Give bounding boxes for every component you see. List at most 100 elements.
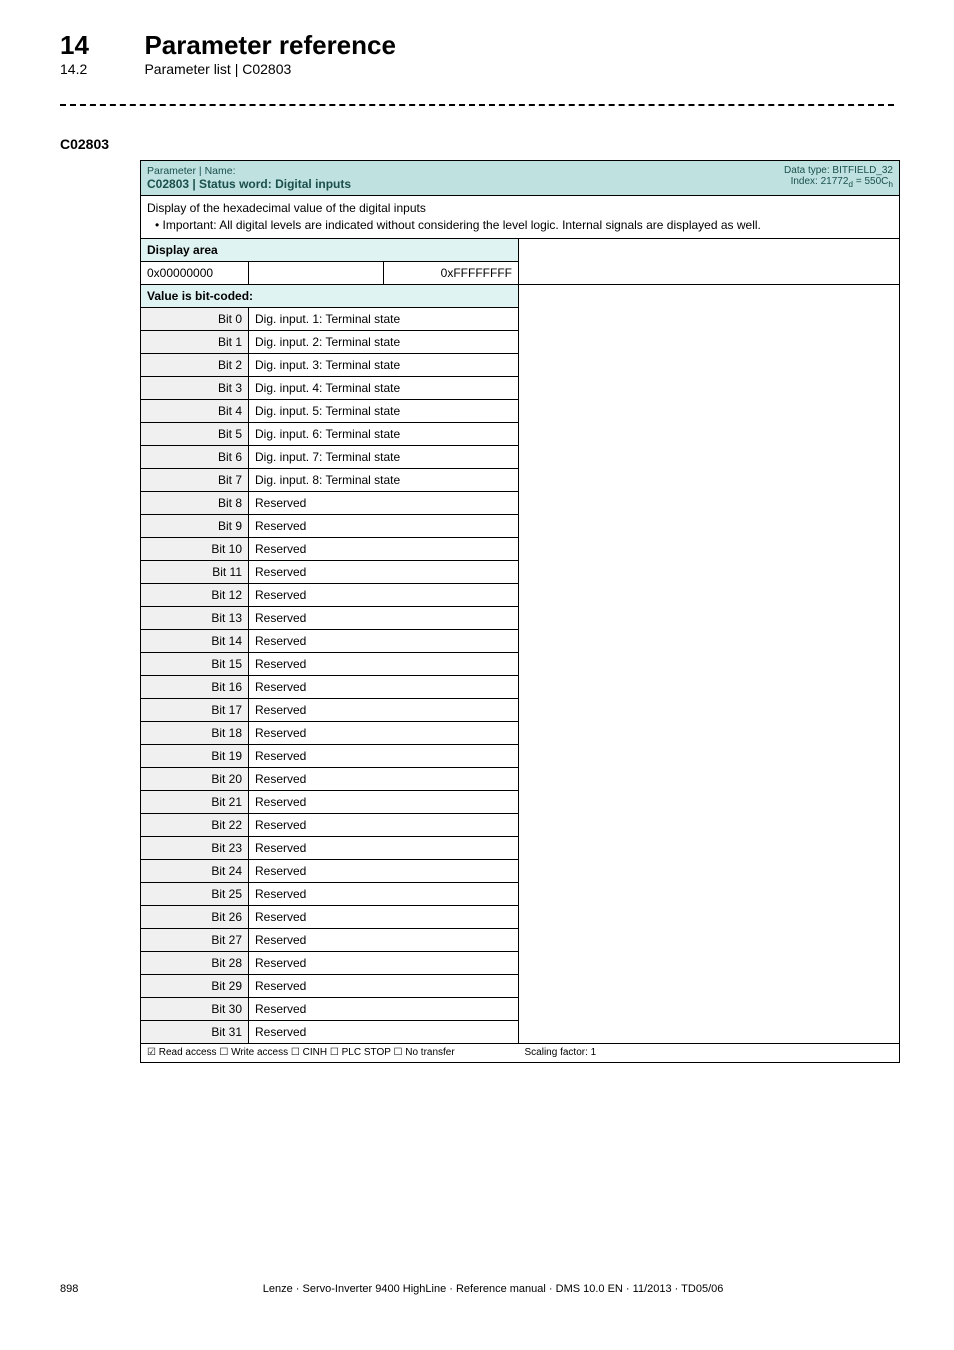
table-row: Bit 8Reserved — [141, 491, 900, 514]
table-row: Bit 17Reserved — [141, 698, 900, 721]
bit-empty — [519, 307, 900, 330]
page-footer: 898 Lenze · Servo-Inverter 9400 HighLine… — [0, 1283, 954, 1295]
section-title: Parameter list | C02803 — [144, 61, 291, 77]
table-row: Bit 5Dig. input. 6: Terminal state — [141, 422, 900, 445]
bit-empty — [519, 652, 900, 675]
bit-number: Bit 29 — [141, 974, 249, 997]
bit-empty — [519, 813, 900, 836]
table-row: Bit 12Reserved — [141, 583, 900, 606]
section-number: 14.2 — [60, 61, 140, 77]
bit-number: Bit 0 — [141, 307, 249, 330]
bit-value: Reserved — [249, 951, 519, 974]
bit-number: Bit 23 — [141, 836, 249, 859]
table-row: Bit 2Dig. input. 3: Terminal state — [141, 353, 900, 376]
table-row: Bit 15Reserved — [141, 652, 900, 675]
bit-number: Bit 12 — [141, 583, 249, 606]
bit-value: Reserved — [249, 537, 519, 560]
bit-value: Dig. input. 6: Terminal state — [249, 422, 519, 445]
value-bit-coded-label: Value is bit-coded: — [141, 284, 519, 307]
bit-number: Bit 9 — [141, 514, 249, 537]
bit-empty — [519, 422, 900, 445]
bit-number: Bit 5 — [141, 422, 249, 445]
bit-empty — [519, 514, 900, 537]
bit-value: Reserved — [249, 744, 519, 767]
bit-empty — [519, 675, 900, 698]
bit-number: Bit 24 — [141, 859, 249, 882]
bit-value: Reserved — [249, 767, 519, 790]
table-row: Bit 24Reserved — [141, 859, 900, 882]
bit-number: Bit 11 — [141, 560, 249, 583]
bit-empty — [519, 905, 900, 928]
table-row: Bit 22Reserved — [141, 813, 900, 836]
bit-number: Bit 19 — [141, 744, 249, 767]
table-row: Bit 26Reserved — [141, 905, 900, 928]
bit-value: Reserved — [249, 859, 519, 882]
table-row: Bit 0Dig. input. 1: Terminal state — [141, 307, 900, 330]
bit-empty — [519, 468, 900, 491]
bit-number: Bit 7 — [141, 468, 249, 491]
bit-number: Bit 20 — [141, 767, 249, 790]
footer-text: Lenze · Servo-Inverter 9400 HighLine · R… — [143, 1283, 843, 1295]
bit-empty — [519, 882, 900, 905]
bit-empty — [519, 928, 900, 951]
table-row: Bit 13Reserved — [141, 606, 900, 629]
bit-number: Bit 4 — [141, 399, 249, 422]
parameter-table: Parameter | Name: C02803 | Status word: … — [140, 160, 900, 1063]
page-header: 14 Parameter reference 14.2 Parameter li… — [60, 30, 894, 79]
bit-empty — [519, 376, 900, 399]
param-code-title: C02803 | Status word: Digital inputs — [147, 177, 513, 191]
table-row: Bit 9Reserved — [141, 514, 900, 537]
bit-empty — [519, 445, 900, 468]
bit-number: Bit 16 — [141, 675, 249, 698]
table-row: Bit 3Dig. input. 4: Terminal state — [141, 376, 900, 399]
bit-value: Reserved — [249, 721, 519, 744]
table-row: Bit 10Reserved — [141, 537, 900, 560]
table-row: Bit 14Reserved — [141, 629, 900, 652]
table-row: Bit 4Dig. input. 5: Terminal state — [141, 399, 900, 422]
bit-number: Bit 18 — [141, 721, 249, 744]
bit-number: Bit 13 — [141, 606, 249, 629]
bit-value: Reserved — [249, 583, 519, 606]
bit-value: Dig. input. 5: Terminal state — [249, 399, 519, 422]
bit-number: Bit 26 — [141, 905, 249, 928]
page-number: 898 — [60, 1283, 140, 1295]
bit-empty — [519, 997, 900, 1020]
bit-value: Dig. input. 3: Terminal state — [249, 353, 519, 376]
table-row: Bit 31Reserved — [141, 1020, 900, 1043]
bit-empty — [519, 330, 900, 353]
bit-empty — [519, 629, 900, 652]
bit-value: Dig. input. 7: Terminal state — [249, 445, 519, 468]
display-low: 0x00000000 — [141, 261, 249, 284]
table-row: Bit 20Reserved — [141, 767, 900, 790]
param-name-label: Parameter | Name: — [147, 165, 513, 177]
bit-value: Dig. input. 2: Terminal state — [249, 330, 519, 353]
bit-number: Bit 22 — [141, 813, 249, 836]
bit-number: Bit 1 — [141, 330, 249, 353]
bit-value: Reserved — [249, 905, 519, 928]
bit-empty — [519, 974, 900, 997]
bit-value: Reserved — [249, 997, 519, 1020]
bit-number: Bit 17 — [141, 698, 249, 721]
scaling-factor: Scaling factor: 1 — [525, 1047, 597, 1058]
bit-empty — [519, 767, 900, 790]
table-row: Bit 16Reserved — [141, 675, 900, 698]
table-row: Bit 25Reserved — [141, 882, 900, 905]
chapter-title: Parameter reference — [144, 30, 396, 61]
divider — [60, 104, 894, 106]
bit-value: Reserved — [249, 606, 519, 629]
footer-access-flags: ☑ Read access ☐ Write access ☐ CINH ☐ PL… — [147, 1047, 455, 1058]
bit-number: Bit 14 — [141, 629, 249, 652]
bit-number: Bit 15 — [141, 652, 249, 675]
bit-value: Reserved — [249, 1020, 519, 1043]
bit-value: Reserved — [249, 790, 519, 813]
bit-value: Reserved — [249, 813, 519, 836]
table-row: Bit 29Reserved — [141, 974, 900, 997]
index-prefix: Index: 21772 — [791, 176, 849, 187]
bit-number: Bit 10 — [141, 537, 249, 560]
display-area-label: Display area — [141, 238, 519, 261]
bit-value: Reserved — [249, 974, 519, 997]
bit-empty — [519, 491, 900, 514]
bit-value: Reserved — [249, 652, 519, 675]
index-sub2: h — [888, 179, 893, 189]
bit-empty — [519, 744, 900, 767]
